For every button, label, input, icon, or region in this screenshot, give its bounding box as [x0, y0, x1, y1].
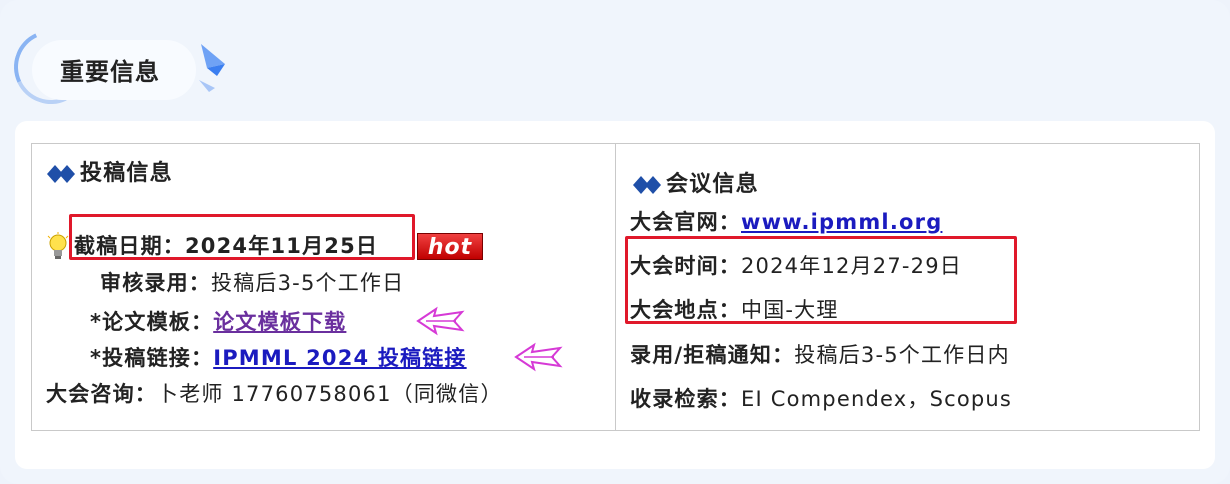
pointing-arrow-icon: [416, 306, 465, 336]
page-title: 重要信息: [60, 58, 160, 86]
index-label: 收录检索：: [630, 387, 741, 411]
pointing-arrow-icon: [514, 342, 563, 372]
submit-row: *投稿链接：IPMML 2024 投稿链接: [90, 342, 467, 372]
lightbulb-icon: [47, 232, 69, 259]
notice-row: 录用/拒稿通知：投稿后3-5个工作日内: [630, 339, 1010, 369]
right-section-heading: 会议信息: [632, 166, 759, 198]
place-row: 大会地点：中国-大理: [630, 294, 839, 324]
index-row: 收录检索：EI Compendex，Scopus: [630, 383, 1012, 413]
diamond-bullet-icon: [633, 176, 661, 194]
submit-link[interactable]: IPMML 2024 投稿链接: [213, 346, 466, 370]
deadline-highlight-box: [69, 214, 415, 260]
review-label: 审核录用：: [100, 271, 211, 295]
place-label: 大会地点：: [630, 298, 741, 322]
notice-value: 投稿后3-5个工作日内: [794, 343, 1010, 367]
time-row: 大会时间：2024年12月27-29日: [630, 250, 962, 280]
consult-row: 大会咨询：卜老师 17760758061（同微信）: [46, 378, 503, 408]
website-label: 大会官网：: [630, 210, 741, 234]
template-row: *论文模板：论文模板下载: [90, 306, 346, 336]
review-value: 投稿后3-5个工作日: [211, 271, 405, 295]
time-label: 大会时间：: [630, 254, 741, 278]
submit-label: *投稿链接：: [90, 346, 214, 370]
website-link[interactable]: www.ipmml.org: [741, 210, 942, 234]
hot-badge: hot: [417, 233, 483, 260]
place-value: 中国-大理: [741, 298, 839, 322]
time-value: 2024年12月27-29日: [741, 254, 962, 278]
notice-label: 录用/拒稿通知：: [630, 343, 795, 367]
template-download-link[interactable]: 论文模板下载: [213, 310, 346, 334]
left-section-title: 投稿信息: [80, 161, 173, 186]
website-row: 大会官网：www.ipmml.org: [630, 206, 942, 236]
triangle-decoration-icon: [199, 44, 225, 92]
table-divider: [615, 143, 616, 431]
right-section-title: 会议信息: [666, 172, 759, 197]
review-row: 审核录用：投稿后3-5个工作日: [100, 267, 404, 297]
diamond-bullet-icon: [47, 165, 75, 183]
left-section-heading: 投稿信息: [46, 155, 173, 187]
index-value: EI Compendex，Scopus: [741, 387, 1013, 411]
consult-value: 卜老师 17760758061（同微信）: [157, 382, 503, 406]
template-label: *论文模板：: [90, 310, 214, 334]
consult-label: 大会咨询：: [46, 382, 157, 406]
